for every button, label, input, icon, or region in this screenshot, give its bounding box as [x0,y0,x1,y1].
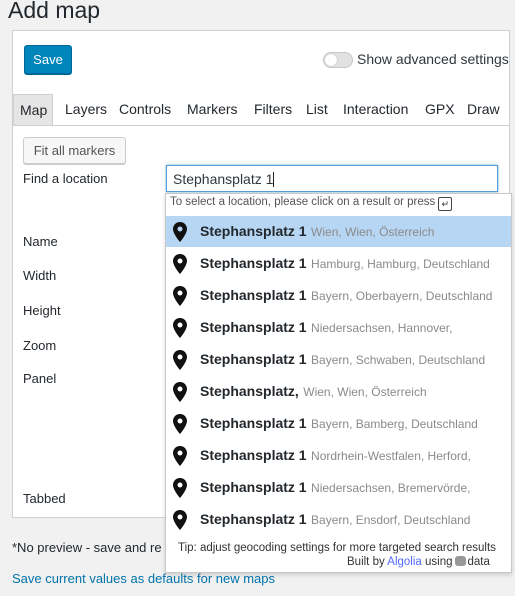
map-pin-icon [173,350,187,370]
result-item[interactable]: Stephansplatz 1 Hamburg, Hamburg, Deutsc… [166,248,511,279]
location-search-value: Stephansplatz 1 [173,171,274,187]
tab-map[interactable]: Map [13,94,53,125]
save-defaults-link[interactable]: Save current values as defaults for new … [12,571,275,586]
result-main: Stephansplatz 1 [200,415,307,431]
result-item[interactable]: Stephansplatz 1 Bayern, Oberbayern, Deut… [166,280,511,311]
tab-filters[interactable]: Filters [248,94,298,125]
map-pin-icon [173,446,187,466]
result-sub: Bayern, Schwaben, Deutschland [311,353,486,367]
geocoding-results-dropdown: To select a location, please click on a … [165,193,512,573]
map-pin-icon [173,222,187,242]
result-item[interactable]: Stephansplatz 1 Bayern, Ensdorf, Deutsch… [166,504,511,535]
result-main: Stephansplatz, [200,383,299,399]
tab-list[interactable]: List [300,94,334,125]
geocoding-tip: Tip: adjust geocoding settings for more … [178,542,496,554]
result-sub: Bayern, Bamberg, Deutschland [311,417,478,431]
save-button[interactable]: Save [24,45,72,74]
dropdown-hint: To select a location, please click on a … [170,196,453,211]
tab-draw[interactable]: Draw [461,94,506,125]
result-main: Stephansplatz 1 [200,319,307,335]
map-pin-icon [173,254,187,274]
map-pin-icon [173,382,187,402]
tab-gpx[interactable]: GPX [419,94,461,125]
result-main: Stephansplatz 1 [200,255,307,271]
settings-tabs: Map Layers Controls Markers Filters List… [13,94,509,126]
toggle-knob [325,54,337,66]
no-preview-note: *No preview - save and re [12,540,162,555]
tabbed-label: Tabbed [23,491,66,506]
result-main: Stephansplatz 1 [200,287,307,303]
result-item[interactable]: Stephansplatz 1 Niedersachsen, Hannover, [166,312,511,343]
osm-icon [454,556,466,566]
algolia-logo[interactable]: Algolia [387,556,422,568]
map-pin-icon [173,478,187,498]
result-item[interactable]: Stephansplatz 1 Bayern, Bamberg, Deutsch… [166,408,511,439]
result-sub: Niedersachsen, Hannover, [311,321,453,335]
width-label: Width [23,268,57,283]
result-item[interactable]: Stephansplatz 1 Wien, Wien, Österreich [166,216,511,247]
result-item[interactable]: Stephansplatz 1 Nordrhein-Westfalen, Her… [166,440,511,471]
result-sub: Wien, Wien, Österreich [311,225,435,239]
result-sub: Niedersachsen, Bremervörde, [311,481,471,495]
result-main: Stephansplatz 1 [200,223,307,239]
page-title: Add map [8,0,101,23]
fit-all-markers-button[interactable]: Fit all markers [23,137,126,164]
name-label: Name [23,234,58,249]
result-item[interactable]: Stephansplatz 1 Bayern, Schwaben, Deutsc… [166,344,511,375]
map-pin-icon [173,414,187,434]
attribution: Built by Algolia using data [347,556,490,568]
tab-controls[interactable]: Controls [113,94,177,125]
tab-layers[interactable]: Layers [59,94,113,125]
result-item[interactable]: Stephansplatz, Wien, Wien, Österreich [166,376,511,407]
advanced-settings-toggle[interactable] [323,52,353,68]
height-label: Height [23,303,61,318]
result-sub: Bayern, Ensdorf, Deutschland [311,513,471,527]
map-pin-icon [173,510,187,530]
using-text: using [425,556,453,568]
result-main: Stephansplatz 1 [200,479,307,495]
advanced-settings-label[interactable]: Show advanced settings [357,51,509,67]
zoom-label: Zoom [23,338,57,353]
dropdown-hint-text: To select a location, please click on a … [170,196,436,208]
map-pin-icon [173,286,187,306]
result-sub: Wien, Wien, Österreich [303,385,427,399]
result-main: Stephansplatz 1 [200,447,307,463]
enter-key-icon: ↵ [438,197,453,211]
result-sub: Nordrhein-Westfalen, Herford, [311,449,471,463]
map-pin-icon [173,318,187,338]
result-sub: Bayern, Oberbayern, Deutschland [311,289,493,303]
data-text: data [467,556,490,568]
result-main: Stephansplatz 1 [200,351,307,367]
result-main: Stephansplatz 1 [200,511,307,527]
find-location-label: Find a location [23,171,108,186]
location-search-input[interactable]: Stephansplatz 1 [166,165,498,192]
tab-interaction[interactable]: Interaction [337,94,414,125]
result-item[interactable]: Stephansplatz 1 Niedersachsen, Bremervör… [166,472,511,503]
text-caret [273,172,275,187]
built-by-text: Built by [347,556,385,568]
tab-markers[interactable]: Markers [181,94,244,125]
result-sub: Hamburg, Hamburg, Deutschland [311,257,490,271]
panel-label: Panel [23,371,57,386]
